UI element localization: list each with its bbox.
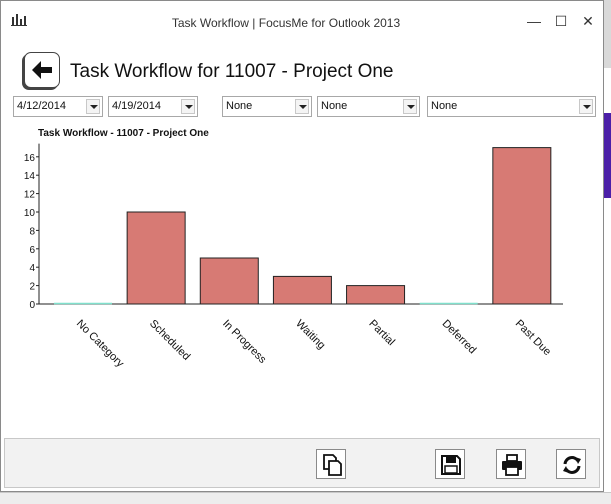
chevron-down-icon[interactable] (579, 99, 593, 114)
x-tick-label: Past Due (513, 318, 553, 358)
save-icon (441, 455, 461, 475)
filter-dropdown-1[interactable]: None (222, 96, 312, 117)
task-workflow-window: Task Workflow | FocusMe for Outlook 2013… (0, 0, 604, 492)
x-tick-label: Partial (366, 318, 397, 349)
y-tick-label: 10 (24, 208, 36, 219)
close-button[interactable]: ✕ (577, 11, 599, 31)
end-date-picker[interactable]: 4/19/2014 (108, 96, 198, 117)
y-tick-label: 12 (24, 190, 36, 201)
y-tick-label: 16 (24, 153, 36, 164)
y-tick-label: 8 (29, 226, 35, 237)
bar-scheduled (126, 211, 186, 305)
filter-2-value: None (321, 100, 348, 112)
print-button[interactable] (496, 449, 526, 479)
x-tick-label: No Category (74, 318, 127, 371)
chevron-down-icon[interactable] (295, 99, 309, 114)
y-tick-label: 6 (29, 245, 35, 256)
title-bar[interactable]: Task Workflow | FocusMe for Outlook 2013… (1, 1, 603, 41)
window-title: Task Workflow | FocusMe for Outlook 2013 (171, 16, 401, 30)
filter-3-value: None (431, 100, 458, 112)
bar-in-progress (199, 257, 259, 305)
background-accent-block (603, 113, 611, 198)
maximize-button[interactable]: ☐ (550, 11, 572, 31)
bar-waiting (272, 275, 332, 305)
copy-icon (323, 454, 342, 476)
bottom-toolbar (4, 438, 600, 488)
copy-button[interactable] (316, 449, 346, 479)
background-window-bottom (0, 492, 611, 504)
back-button[interactable] (24, 52, 60, 88)
refresh-button[interactable] (556, 449, 586, 479)
y-tick-label: 0 (29, 300, 35, 311)
x-tick-label: In Progress (220, 318, 269, 367)
arrow-left-icon (32, 61, 52, 79)
filter-dropdown-2[interactable]: None (317, 96, 420, 117)
chevron-down-icon[interactable] (86, 99, 100, 114)
x-tick-label: Waiting (293, 318, 327, 352)
y-tick-label: 2 (29, 282, 35, 293)
filter-dropdown-3[interactable]: None (427, 96, 596, 117)
x-tick-label: Deferred (440, 318, 479, 357)
bar-partial (346, 285, 406, 305)
end-date-value: 4/19/2014 (112, 100, 161, 112)
chevron-down-icon[interactable] (403, 99, 417, 114)
save-button[interactable] (435, 449, 465, 479)
x-tick-label: Scheduled (147, 318, 192, 363)
refresh-icon (563, 456, 581, 474)
start-date-picker[interactable]: 4/12/2014 (13, 96, 103, 117)
print-icon (502, 454, 522, 476)
filter-1-value: None (226, 100, 253, 112)
minimize-button[interactable]: — (523, 11, 545, 31)
page-title: Task Workflow for 11007 - Project One (70, 61, 394, 82)
bar-past-due (492, 147, 552, 305)
start-date-value: 4/12/2014 (17, 100, 66, 112)
chevron-down-icon[interactable] (181, 99, 195, 114)
y-tick-label: 4 (29, 263, 35, 274)
bar-chart: 0 2 4 6 8 10 12 14 16 No Category Scheduled In Prog… (24, 143, 563, 371)
y-tick-label: 14 (24, 171, 36, 182)
